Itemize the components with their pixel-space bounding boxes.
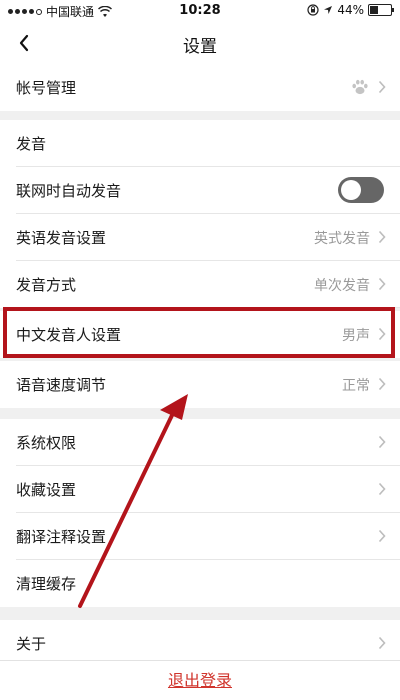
row-label: 帐号管理 [16,79,77,97]
row-value: 英式发音 [314,231,370,247]
status-right: 44% [307,3,394,17]
chevron-right-icon [378,80,386,94]
row-label: 清理缓存 [16,575,77,593]
settings-screen: 中国联通 10:28 44% 设置 帐号管理 发音 联网时自动发音 英语发音设置… [0,0,400,700]
settings-row-favorites[interactable]: 收藏设置 [0,466,400,513]
chevron-right-icon [378,277,386,291]
settings-row-clear-cache[interactable]: 清理缓存 [0,560,400,607]
settings-row-auto-pronounce: 联网时自动发音 [0,167,400,214]
chevron-right-icon [378,636,386,650]
settings-row-speech-speed[interactable]: 语音速度调节 正常 [0,361,400,408]
chevron-right-icon [378,327,386,341]
status-bar: 中国联通 10:28 44% [0,0,400,22]
chevron-right-icon [378,377,386,391]
battery-label: 44% [337,3,364,17]
divider [16,307,400,308]
logout-bar: 退出登录 [0,660,400,700]
chevron-right-icon [378,230,386,244]
section-header-pronunciation: 发音 [0,120,400,167]
settings-row-permissions[interactable]: 系统权限 [0,419,400,466]
row-label: 语音速度调节 [16,376,107,394]
battery-icon [368,4,394,16]
row-value: 单次发音 [314,278,370,294]
row-label: 系统权限 [16,434,77,452]
chevron-right-icon [378,482,386,496]
settings-row-english-pronounce[interactable]: 英语发音设置 英式发音 [0,214,400,261]
page-title: 设置 [183,37,217,57]
settings-row-account[interactable]: 帐号管理 [0,64,400,111]
nav-bar: 设置 [0,22,400,65]
settings-row-chinese-speaker[interactable]: 中文发音人设置 男声 [0,311,400,358]
settings-row-pronounce-mode[interactable]: 发音方式 单次发音 [0,261,400,308]
chevron-right-icon [378,435,386,449]
row-value: 男声 [342,328,370,344]
auto-pronounce-toggle[interactable] [338,177,384,203]
section-label: 发音 [16,135,47,153]
location-icon [324,6,333,14]
row-label: 收藏设置 [16,481,77,499]
row-label: 翻译注释设置 [16,528,107,546]
paw-icon [352,79,368,95]
logout-button[interactable]: 退出登录 [0,667,400,691]
lock-icon [307,4,319,16]
row-value: 正常 [342,378,370,394]
toggle-knob [341,180,361,200]
row-label: 关于 [16,635,47,653]
chevron-right-icon [378,529,386,543]
row-label: 中文发音人设置 [16,326,122,344]
settings-row-translation-notes[interactable]: 翻译注释设置 [0,513,400,560]
row-label: 发音方式 [16,276,77,294]
row-label: 英语发音设置 [16,229,107,247]
row-label: 联网时自动发音 [16,182,122,200]
